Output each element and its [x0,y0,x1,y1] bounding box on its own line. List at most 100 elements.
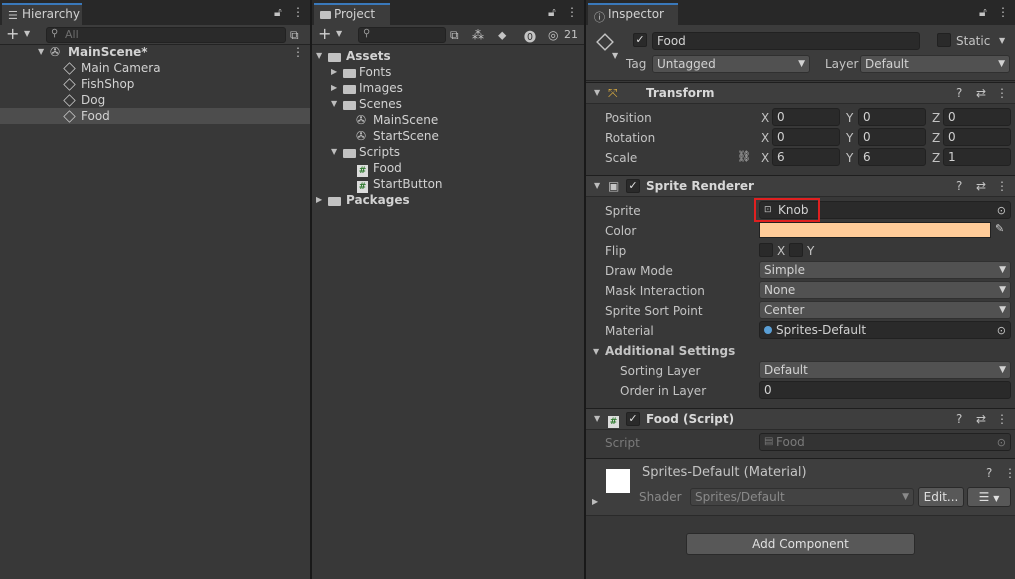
mask-interaction-dropdown[interactable]: None ▼ [759,281,1011,299]
rotation-y-field[interactable]: 0 [858,128,926,146]
rotation-z-field[interactable]: 0 [943,128,1011,146]
lock-icon[interactable]: 🔓︎ [979,5,987,20]
constrain-proportions-icon[interactable]: ⛓ [737,150,751,163]
help-icon[interactable]: ? [956,179,962,193]
lock-icon[interactable]: 🔓︎ [274,5,282,20]
collapse-arrow-icon[interactable]: ▶ [331,80,337,96]
layer-dropdown[interactable]: Default ▼ [860,55,1010,73]
sprite-renderer-enabled-checkbox[interactable]: ✓ [626,179,640,193]
scene-menu-icon[interactable]: ⋮ [292,44,304,60]
tree-item-startscene[interactable]: ✇ StartScene [312,128,584,144]
tree-item-fonts[interactable]: ▶ Fonts [312,64,584,80]
list-item-mainscene[interactable]: ▼ ✇ MainScene* ⋮ [0,44,310,60]
gameobject-icon [63,60,76,76]
tree-item-packages[interactable]: ▶ Packages [312,192,584,208]
scale-z-field[interactable]: 1 [943,148,1011,166]
more-menu-icon[interactable]: ⋮ [292,5,304,19]
position-y-field[interactable]: 0 [858,108,926,126]
chevron-down-icon[interactable]: ▼ [612,51,618,60]
flip-y-checkbox[interactable] [789,243,803,257]
help-icon[interactable]: ? [956,86,962,100]
filter-type-icon[interactable]: ⁂ [472,28,484,42]
material-menu-icon[interactable]: ⋮ [1004,466,1015,480]
expand-arrow-icon[interactable]: ▼ [316,48,322,64]
component-menu-icon[interactable]: ⋮ [996,412,1008,426]
list-item-dog[interactable]: Dog [0,92,310,108]
hierarchy-search-input[interactable]: ⚲ All [46,27,286,43]
material-object-field[interactable]: Sprites-Default ⊙ [759,321,1011,339]
order-in-layer-field[interactable]: 0 [759,381,1011,399]
search-scope-icon[interactable]: ⧉ [450,28,459,43]
add-button[interactable]: + [318,24,331,43]
eyedropper-icon[interactable]: ✎ [995,222,1004,235]
list-item-main-camera[interactable]: Main Camera [0,60,310,76]
tab-project[interactable]: Project [314,3,390,25]
expand-arrow-icon[interactable]: ▼ [594,414,600,423]
tree-item-mainscene[interactable]: ✇ MainScene [312,112,584,128]
expand-arrow-icon[interactable]: ▼ [593,347,599,356]
rotation-x-field[interactable]: 0 [772,128,840,146]
collapse-arrow-icon[interactable]: ▶ [592,497,598,506]
preset-icon[interactable]: ⇄ [976,179,986,193]
flip-x-checkbox[interactable] [759,243,773,257]
transform-header[interactable]: ▼ ⤧ Transform ? ⇄ ⋮ [586,82,1015,104]
add-component-button[interactable]: Add Component [686,533,915,555]
tag-dropdown[interactable]: Untagged ▼ [652,55,810,73]
color-swatch[interactable] [759,222,991,238]
additional-settings-label[interactable]: Additional Settings [605,343,735,359]
shader-dropdown[interactable]: Sprites/Default ▼ [690,488,914,506]
scale-x-field[interactable]: 6 [772,148,840,166]
position-x-field[interactable]: 0 [772,108,840,126]
expand-arrow-icon[interactable]: ▼ [331,96,337,112]
food-script-header[interactable]: ▼ # ✓ Food (Script) ? ⇄ ⋮ [586,408,1015,430]
component-menu-icon[interactable]: ⋮ [996,179,1008,193]
scale-y-field[interactable]: 6 [858,148,926,166]
shader-edit-button[interactable]: Edit... [918,487,964,507]
search-options-icon[interactable]: ⧉ [290,28,299,43]
collapse-arrow-icon[interactable]: ▶ [331,64,337,80]
tree-item-startbutton-script[interactable]: # StartButton [312,176,584,193]
label-tag-icon[interactable]: ⬥ [498,28,506,43]
tree-item-assets[interactable]: ▼ Assets [312,48,584,64]
tree-item-images[interactable]: ▶ Images [312,80,584,96]
lock-icon[interactable]: 🔓︎ [548,5,556,20]
project-search-input[interactable]: ⚲ [358,27,446,43]
sorting-layer-dropdown[interactable]: Default ▼ [759,361,1011,379]
tab-hierarchy[interactable]: ☰ Hierarchy [2,3,82,25]
hidden-eye-icon[interactable]: ◎ [548,28,558,42]
collapse-arrow-icon[interactable]: ▶ [316,192,322,208]
chevron-down-icon[interactable]: ▼ [336,29,342,38]
component-menu-icon[interactable]: ⋮ [996,86,1008,100]
object-picker-icon[interactable]: ⊙ [997,323,1006,339]
tab-inspector[interactable]: ⓘ Inspector [588,3,678,25]
tree-item-scripts[interactable]: ▼ Scripts [312,144,584,160]
list-item-fishshop[interactable]: FishShop [0,76,310,92]
shader-options-button[interactable]: ☰ ▼ [967,487,1011,507]
more-menu-icon[interactable]: ⋮ [997,5,1009,19]
tree-item-scenes[interactable]: ▼ Scenes [312,96,584,112]
expand-arrow-icon[interactable]: ▼ [594,181,600,190]
expand-arrow-icon[interactable]: ▼ [331,144,337,160]
preset-icon[interactable]: ⇄ [976,412,986,426]
help-icon[interactable]: ? [956,412,962,426]
expand-arrow-icon[interactable]: ▼ [594,88,600,97]
static-dropdown-icon[interactable]: ▼ [999,36,1005,45]
list-item-food[interactable]: Food [0,108,310,124]
help-icon[interactable]: ? [986,466,992,480]
chevron-down-icon[interactable]: ▼ [24,29,30,38]
sprite-sort-point-dropdown[interactable]: Center ▼ [759,301,1011,319]
static-checkbox[interactable] [937,33,951,47]
draw-mode-dropdown[interactable]: Simple ▼ [759,261,1011,279]
position-z-field[interactable]: 0 [943,108,1011,126]
more-menu-icon[interactable]: ⋮ [566,5,578,19]
preset-icon[interactable]: ⇄ [976,86,986,100]
error-filter-icon[interactable]: ⓿ [524,28,536,45]
expand-arrow-icon[interactable]: ▼ [38,44,44,60]
food-script-enabled-checkbox[interactable]: ✓ [626,412,640,426]
tree-item-food-script[interactable]: # Food [312,160,584,177]
sprite-renderer-header[interactable]: ▼ ▣ ✓ Sprite Renderer ? ⇄ ⋮ [586,175,1015,197]
active-checkbox[interactable]: ✓ [633,33,647,47]
object-name-field[interactable]: Food [652,32,920,50]
add-button[interactable]: + [6,24,19,43]
object-picker-icon[interactable]: ⊙ [997,203,1006,219]
